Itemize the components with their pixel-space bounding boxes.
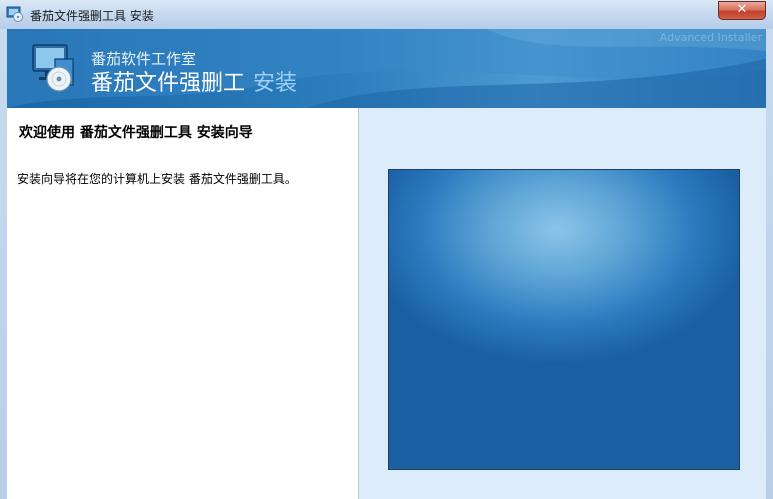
welcome-heading: 欢迎使用 番茄文件强删工具 安装向导 bbox=[19, 125, 253, 141]
product-title: 番茄文件强删工 安装 bbox=[91, 65, 297, 97]
side-image-pane bbox=[359, 108, 766, 499]
welcome-pane: 欢迎使用 番茄文件强删工具 安装向导 安装向导将在您的计算机上安装 番茄文件强删… bbox=[7, 108, 359, 499]
installer-window: 番茄文件强删工具 安装 ✕ 番茄软件工作室 番茄文件强删工 安装 Advanced… bbox=[0, 0, 773, 499]
wizard-content: 欢迎使用 番茄文件强删工具 安装向导 安装向导将在您的计算机上安装 番茄文件强删… bbox=[7, 108, 766, 499]
close-icon: ✕ bbox=[736, 2, 748, 17]
close-button[interactable]: ✕ bbox=[718, 1, 766, 20]
wizard-side-image bbox=[388, 169, 740, 470]
window-title: 番茄文件强删工具 安装 bbox=[30, 9, 154, 23]
title-bar[interactable]: 番茄文件强删工具 安装 ✕ bbox=[0, 0, 773, 29]
computer-cd-icon bbox=[32, 44, 74, 92]
welcome-description: 安装向导将在您的计算机上安装 番茄文件强删工具。 bbox=[17, 172, 297, 186]
product-name: 番茄文件强删工 bbox=[91, 71, 246, 96]
installer-app-icon bbox=[6, 6, 23, 22]
header-banner: 番茄软件工作室 番茄文件强删工 安装 Advanced Installer bbox=[7, 29, 766, 108]
advanced-installer-watermark: Advanced Installer bbox=[659, 31, 762, 44]
install-suffix: 安装 bbox=[253, 71, 298, 96]
